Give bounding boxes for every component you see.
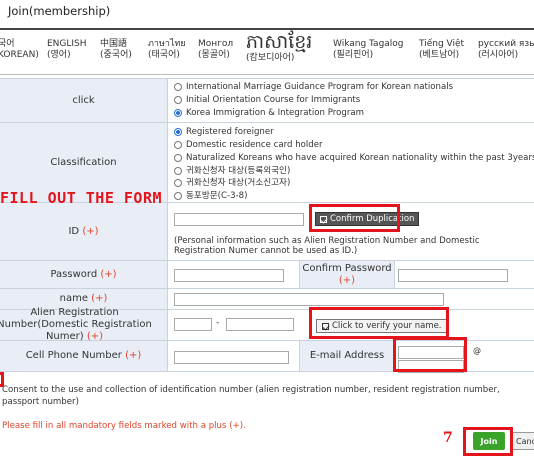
lang-khmer[interactable]: ភាសាខ្មែរ (캄보디아어) xyxy=(246,31,312,64)
classification-option-6[interactable]: 동포방문(C-3-8) xyxy=(174,191,247,201)
classification-option-5[interactable]: 귀화신청자 대상(거소신고자) xyxy=(174,178,290,188)
highlight-verify-name xyxy=(309,307,449,339)
password-label: Password (+) xyxy=(0,261,168,288)
alien-registration-input-front[interactable] xyxy=(174,318,212,331)
program-option-2[interactable]: Initial Orientation Course for Immigrant… xyxy=(174,95,360,105)
step-number: 7 xyxy=(443,430,453,446)
language-bar: 국어 KOREAN) ENGLISH (영어) 中国語 (중국어) ภาษาไทย (태… xyxy=(0,28,534,75)
radio-icon[interactable] xyxy=(174,154,182,162)
highlight-join-button xyxy=(463,427,513,456)
lang-thai[interactable]: ภาษาไทย (태국어) xyxy=(148,39,186,61)
radio-selected-icon[interactable] xyxy=(174,109,182,117)
radio-icon[interactable] xyxy=(174,179,182,187)
highlight-consent-checkbox xyxy=(0,372,4,387)
lang-vietnamese[interactable]: Tiếng Việt (베트남어) xyxy=(419,39,464,61)
page-title: Join(membership) xyxy=(8,4,111,18)
fill-out-form-annotation: FILL OUT THE FORM xyxy=(0,189,163,207)
lang-russian[interactable]: русский язы (러시아어) xyxy=(478,39,534,61)
password-input[interactable] xyxy=(174,269,284,282)
confirm-password-label: Confirm Password (+) xyxy=(299,261,395,288)
confirm-password-input[interactable] xyxy=(398,269,508,282)
lang-chinese[interactable]: 中国語 (중국어) xyxy=(100,39,132,61)
highlight-confirm-duplication xyxy=(309,204,400,232)
name-label: name (+) xyxy=(0,289,168,309)
id-note: (Personal information such as Alien Regi… xyxy=(174,236,480,256)
lang-korean[interactable]: 국어 KOREAN) xyxy=(0,39,39,61)
classification-option-4[interactable]: 귀화신청자 대상(등록외국인) xyxy=(174,166,290,176)
highlight-email xyxy=(393,337,467,372)
program-option-1[interactable]: International Marriage Guidance Program … xyxy=(174,82,453,92)
radio-icon[interactable] xyxy=(174,167,182,175)
program-option-3[interactable]: Korea Immigration & Integration Program xyxy=(174,108,364,118)
cancel-button[interactable]: Cancel xyxy=(512,432,534,450)
cell-phone-label: Cell Phone Number (+) xyxy=(0,341,168,371)
radio-icon[interactable] xyxy=(174,83,182,91)
alien-registration-label: Alien Registration Number(Domestic Regis… xyxy=(0,307,168,342)
alien-registration-input-back[interactable] xyxy=(226,318,294,331)
name-input[interactable] xyxy=(174,293,444,306)
radio-icon[interactable] xyxy=(174,141,182,149)
radio-icon[interactable] xyxy=(174,192,182,200)
id-input[interactable] xyxy=(174,213,304,226)
separator: - xyxy=(216,318,220,328)
lang-mongolian[interactable]: Монгол (몽골어) xyxy=(198,39,233,61)
consent-text: Consent to the use and collection of ide… xyxy=(2,385,500,407)
radio-selected-icon[interactable] xyxy=(174,128,182,136)
mandatory-note: Please fill in all mandatory fields mark… xyxy=(2,421,246,431)
classification-option-3[interactable]: Naturalized Koreans who have acquired Ko… xyxy=(174,153,534,163)
cell-phone-input[interactable] xyxy=(174,351,289,364)
lang-english[interactable]: ENGLISH (영어) xyxy=(47,39,87,61)
classification-option-1[interactable]: Registered foreigner xyxy=(174,127,274,137)
email-label: E-mail Address xyxy=(299,341,395,371)
lang-tagalog[interactable]: Wikang Tagalog (필리핀어) xyxy=(333,39,404,61)
id-label: ID (+) xyxy=(0,203,168,260)
program-label: click xyxy=(0,79,168,122)
classification-option-2[interactable]: Domestic residence card holder xyxy=(174,140,323,150)
at-sign: @ xyxy=(473,346,481,355)
radio-icon[interactable] xyxy=(174,96,182,104)
